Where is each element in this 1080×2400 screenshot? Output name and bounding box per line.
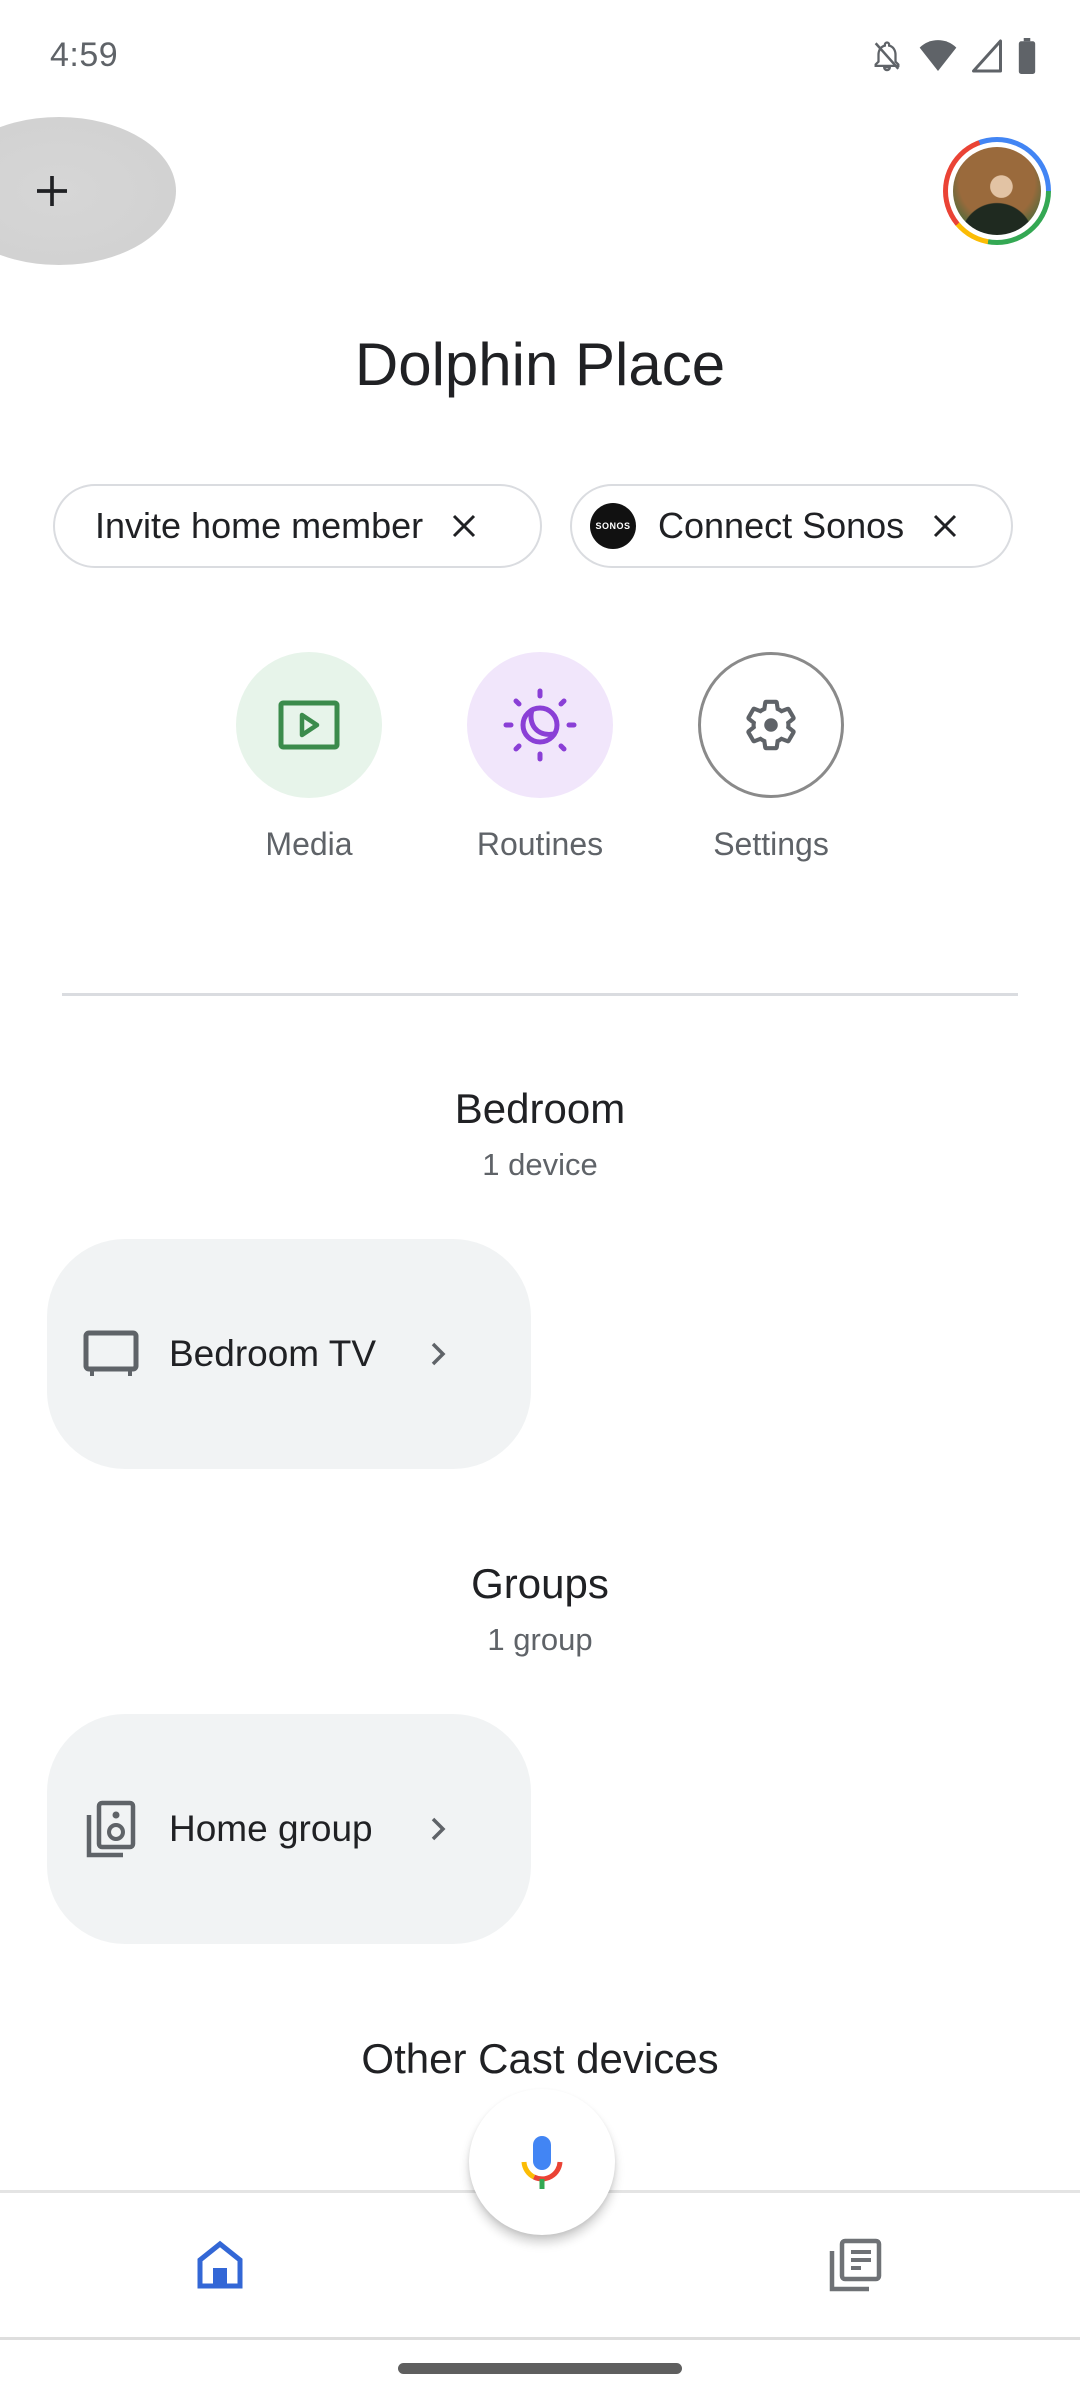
media-button[interactable]: Media	[236, 652, 382, 863]
battery-icon	[1018, 38, 1036, 74]
sun-moon-icon	[503, 688, 577, 762]
feed-icon	[829, 2238, 882, 2292]
gear-icon	[746, 699, 796, 751]
chevron-right-icon	[427, 1339, 449, 1369]
media-label: Media	[265, 826, 353, 862]
close-icon[interactable]	[449, 511, 479, 541]
status-time: 4:59	[50, 36, 119, 74]
settings-label: Settings	[713, 826, 829, 862]
connect-sonos-chip[interactable]: SONOS Connect Sonos	[570, 484, 1013, 568]
wifi-icon	[919, 40, 957, 71]
chevron-right-icon	[427, 1814, 449, 1844]
device-name: Home group	[169, 1808, 373, 1849]
section-title-groups: Groups	[471, 1560, 609, 1607]
google-mic-icon	[521, 2136, 563, 2189]
notifications-off-icon	[874, 41, 900, 72]
device-card-home-group[interactable]: Home group	[47, 1714, 531, 1944]
chip-label: Invite home member	[95, 505, 424, 546]
section-title-bedroom: Bedroom	[454, 1085, 626, 1132]
routines-button[interactable]: Routines	[467, 652, 613, 863]
invite-home-member-chip[interactable]: Invite home member	[53, 484, 542, 568]
add-button[interactable]	[0, 117, 176, 265]
settings-button[interactable]: Settings	[698, 652, 844, 863]
routines-label: Routines	[476, 826, 604, 862]
sonos-logo-icon: SONOS	[590, 503, 636, 549]
nav-feed-tab[interactable]	[815, 2225, 895, 2305]
section-title-other-cast-devices: Other Cast devices	[361, 2035, 719, 2082]
section-subtitle-bedroom: 1 device	[482, 1147, 598, 1182]
gesture-navigation-handle[interactable]	[398, 2363, 682, 2374]
plus-icon	[37, 176, 67, 206]
chip-label: Connect Sonos	[658, 505, 905, 546]
nav-home-tab[interactable]	[180, 2225, 260, 2305]
device-card-bedroom-tv[interactable]: Bedroom TV	[47, 1239, 531, 1469]
tv-icon	[83, 1330, 139, 1376]
speaker-group-icon	[86, 1800, 136, 1858]
cellular-signal-icon	[972, 39, 1002, 73]
home-icon	[197, 2240, 243, 2289]
account-avatar[interactable]	[943, 137, 1051, 245]
status-icons	[870, 38, 1038, 74]
device-name: Bedroom TV	[169, 1333, 377, 1374]
divider	[62, 993, 1018, 996]
home-title: Dolphin Place	[354, 331, 726, 398]
play-box-icon	[278, 700, 340, 750]
close-icon[interactable]	[930, 511, 960, 541]
avatar-photo	[953, 147, 1041, 235]
assistant-mic-button[interactable]	[469, 2089, 615, 2235]
section-subtitle-groups: 1 group	[487, 1622, 593, 1657]
